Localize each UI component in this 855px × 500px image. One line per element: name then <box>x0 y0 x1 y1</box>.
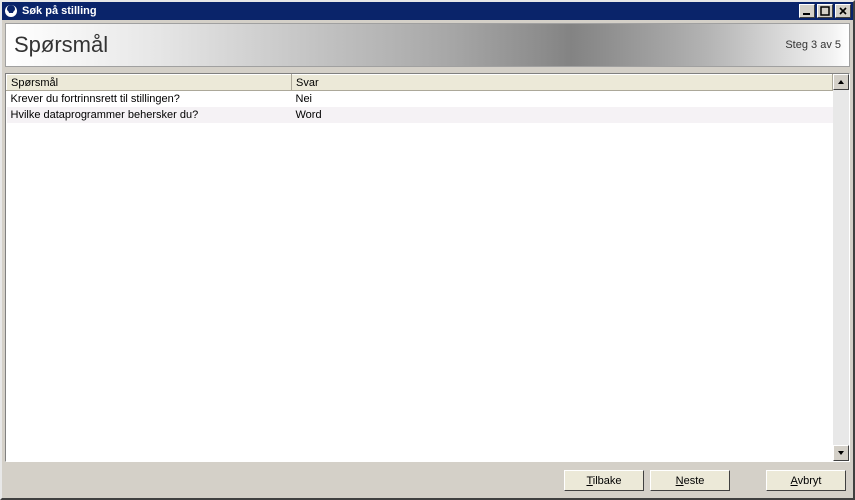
app-icon <box>4 4 18 18</box>
cell-question: Krever du fortrinnsrett til stillingen? <box>7 91 292 107</box>
app-window: Søk på stilling Spørsmål Steg 3 av 5 <box>0 0 855 500</box>
page-header: Spørsmål Steg 3 av 5 <box>5 23 850 67</box>
table-row[interactable]: Krever du fortrinnsrett til stillingen? … <box>7 91 833 107</box>
cancel-button[interactable]: Avbryt <box>766 470 846 491</box>
client-area: Spørsmål Steg 3 av 5 Spørsmål Svar <box>5 23 850 495</box>
cell-answer: Nei <box>292 91 833 107</box>
maximize-button[interactable] <box>817 4 833 18</box>
close-button[interactable] <box>835 4 851 18</box>
titlebar[interactable]: Søk på stilling <box>2 2 853 20</box>
table-header-row: Spørsmål Svar <box>7 75 833 91</box>
col-answer[interactable]: Svar <box>292 75 833 91</box>
scroll-track[interactable] <box>833 90 849 445</box>
window-title: Søk på stilling <box>22 5 797 17</box>
scroll-down-button[interactable] <box>833 445 849 461</box>
page-title: Spørsmål <box>14 32 108 58</box>
content-frame: Spørsmål Svar Krever du fortrinnsrett ti… <box>5 73 850 462</box>
vertical-scrollbar[interactable] <box>833 74 849 461</box>
table-row[interactable]: Hvilke dataprogrammer behersker du? Word <box>7 107 833 123</box>
scroll-up-button[interactable] <box>833 74 849 90</box>
step-indicator: Steg 3 av 5 <box>785 39 841 51</box>
next-button[interactable]: Neste <box>650 470 730 491</box>
col-question[interactable]: Spørsmål <box>7 75 292 91</box>
back-button[interactable]: Tilbake <box>564 470 644 491</box>
cell-answer: Word <box>292 107 833 123</box>
cell-question: Hvilke dataprogrammer behersker du? <box>7 107 292 123</box>
minimize-button[interactable] <box>799 4 815 18</box>
window-controls <box>797 4 851 18</box>
button-row: Tilbake Neste Avbryt <box>5 462 850 495</box>
questions-table: Spørsmål Svar Krever du fortrinnsrett ti… <box>6 74 833 461</box>
